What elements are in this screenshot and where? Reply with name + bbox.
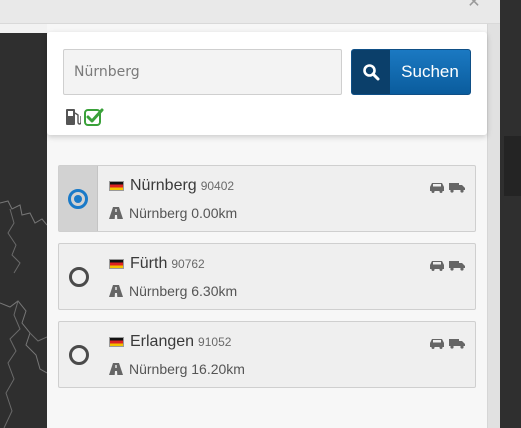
search-box: Suchen <box>47 32 487 135</box>
map-borders <box>0 200 47 428</box>
result-city: Fürth <box>130 255 168 272</box>
germany-flag-icon <box>109 181 124 191</box>
result-item[interactable]: Erlangen 91052 Nürnberg 16.20km <box>58 321 476 388</box>
search-button[interactable]: Suchen <box>351 49 471 95</box>
scrollbar-track[interactable] <box>487 24 500 428</box>
map-area[interactable] <box>0 33 47 428</box>
radio-unselected[interactable] <box>68 266 89 287</box>
search-icon <box>352 50 390 94</box>
result-postcode: 91052 <box>198 335 232 349</box>
result-item[interactable]: Fürth 90762 Nürnberg 6.30km <box>58 243 476 310</box>
search-input[interactable] <box>63 49 342 95</box>
radio-cell[interactable] <box>59 244 98 309</box>
radio-selected[interactable] <box>68 188 88 209</box>
result-distance: Nürnberg 0.00km <box>129 205 238 221</box>
truck-icon <box>449 339 465 349</box>
road-icon <box>109 285 123 297</box>
close-icon[interactable]: ✕ <box>463 0 485 10</box>
car-icon <box>430 183 444 193</box>
checkbox-checked-icon[interactable] <box>84 108 104 130</box>
top-bar: ✕ <box>0 0 521 24</box>
result-distance: Nürnberg 16.20km <box>129 361 245 377</box>
result-distance: Nürnberg 6.30km <box>129 283 238 299</box>
filter-bar <box>65 108 104 130</box>
result-postcode: 90762 <box>171 257 205 271</box>
radio-cell[interactable] <box>59 322 98 387</box>
result-city: Nürnberg <box>130 177 197 194</box>
road-icon <box>109 363 123 375</box>
germany-flag-icon <box>109 259 124 269</box>
fuel-station-icon[interactable] <box>65 107 82 131</box>
result-item[interactable]: Nürnberg 90402 Nürnberg 0.00km <box>58 165 476 232</box>
car-icon <box>430 339 444 349</box>
truck-icon <box>449 261 465 271</box>
search-button-label: Suchen <box>401 62 459 81</box>
germany-flag-icon <box>109 337 124 347</box>
radio-unselected[interactable] <box>68 344 89 365</box>
car-icon <box>430 261 444 271</box>
road-icon <box>109 207 123 219</box>
radio-cell[interactable] <box>59 166 98 231</box>
result-postcode: 90402 <box>200 179 235 193</box>
search-panel: Suchen Nürnberg <box>47 24 487 428</box>
truck-icon <box>449 183 465 193</box>
result-city: Erlangen <box>130 333 195 350</box>
map-area-right <box>500 0 521 428</box>
